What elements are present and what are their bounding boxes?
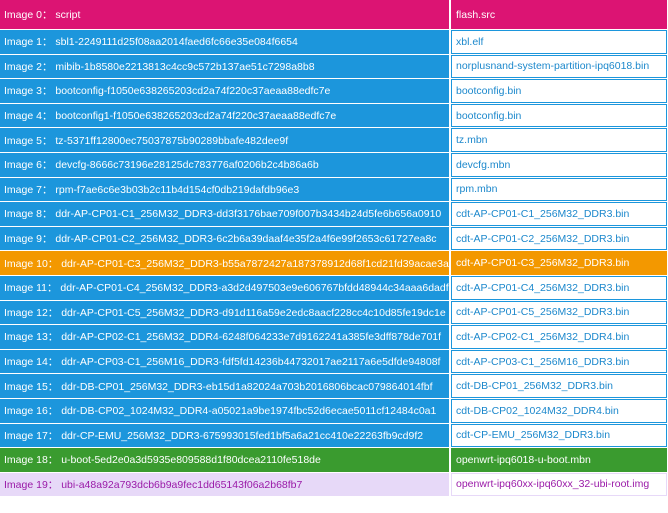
table-row: Image 17： ddr-CP-EMU_256M32_DDR3-6759930…	[0, 423, 668, 448]
table-row: Image 1： sbl1-2249111d25f08aa2014faed6fc…	[0, 30, 668, 54]
flash-cell: bootconfig.bin	[451, 79, 667, 103]
table-row: Image 5： tz-5371ff12800ec75037875b90289b…	[0, 128, 668, 152]
flash-cell: openwrt-ipq60xx-ipq60xx_32-ubi-root.img	[451, 472, 667, 497]
flash-cell: cdt-AP-CP01-C4_256M32_DDR3.bin	[451, 275, 667, 300]
table-row: Image 2： mibib-1b8580e2213813c4cc9c572b1…	[0, 54, 668, 79]
table-row: Image 10： ddr-AP-CP01-C3_256M32_DDR3-b55…	[0, 251, 668, 275]
script-cell: Image 5： tz-5371ff12800ec75037875b90289b…	[0, 128, 449, 152]
flash-cell: cdt-AP-CP01-C1_256M32_DDR3.bin	[451, 202, 667, 226]
table-row: Image 14： ddr-AP-CP03-C1_256M16_DDR3-fdf…	[0, 349, 668, 374]
script-cell: Image 19： ubi-a48a92a793dcb6b9a9fec1dd65…	[0, 472, 449, 497]
script-cell: Image 2： mibib-1b8580e2213813c4cc9c572b1…	[0, 54, 449, 79]
flash-cell: tz.mbn	[451, 128, 667, 152]
script-cell: Image 18： u-boot-5ed2e0a3d5935e809588d1f…	[0, 448, 449, 472]
script-cell: Image 16： ddr-DB-CP02_1024M32_DDR4-a0502…	[0, 398, 449, 423]
script-cell: Image 12： ddr-AP-CP01-C5_256M32_DDR3-d91…	[0, 300, 449, 325]
flash-cell: cdt-DB-CP01_256M32_DDR3.bin	[451, 374, 667, 398]
table-row: Image 11： ddr-AP-CP01-C4_256M32_DDR3-a3d…	[0, 275, 668, 300]
flash-cell: devcfg.mbn	[451, 152, 667, 177]
flash-cell: cdt-AP-CP02-C1_256M32_DDR4.bin	[451, 325, 667, 349]
flash-cell: rpm.mbn	[451, 177, 667, 202]
script-cell: Image 10： ddr-AP-CP01-C3_256M32_DDR3-b55…	[0, 251, 449, 275]
table-row: Image 16： ddr-DB-CP02_1024M32_DDR4-a0502…	[0, 398, 668, 423]
table-row: Image 15： ddr-DB-CP01_256M32_DDR3-eb15d1…	[0, 374, 668, 398]
table-row: Image 8： ddr-AP-CP01-C1_256M32_DDR3-dd3f…	[0, 202, 668, 226]
script-cell: Image 14： ddr-AP-CP03-C1_256M16_DDR3-fdf…	[0, 349, 449, 374]
table-row: Image 12： ddr-AP-CP01-C5_256M32_DDR3-d91…	[0, 300, 668, 325]
table-row: Image 13： ddr-AP-CP02-C1_256M32_DDR4-624…	[0, 325, 668, 349]
flash-cell: cdt-AP-CP03-C1_256M16_DDR3.bin	[451, 349, 667, 374]
script-cell: Image 3： bootconfig-f1050e638265203cd2a7…	[0, 79, 449, 103]
header-flash: flash.src	[451, 0, 667, 29]
flash-cell: bootconfig.bin	[451, 103, 667, 128]
script-cell: Image 8： ddr-AP-CP01-C1_256M32_DDR3-dd3f…	[0, 202, 449, 226]
table-row: Image 6： devcfg-8666c73196e28125dc783776…	[0, 152, 668, 177]
script-cell: Image 11： ddr-AP-CP01-C4_256M32_DDR3-a3d…	[0, 275, 449, 300]
table-row: Image 7： rpm-f7ae6c6e3b03b2c11b4d154cf0d…	[0, 177, 668, 202]
table-header: Image 0： script flash.src	[0, 0, 668, 29]
table-row: Image 19： ubi-a48a92a793dcb6b9a9fec1dd65…	[0, 472, 668, 497]
flash-cell: openwrt-ipq6018-u-boot.mbn	[451, 448, 667, 472]
header-script: Image 0： script	[0, 0, 449, 29]
flash-cell: cdt-CP-EMU_256M32_DDR3.bin	[451, 423, 667, 448]
flash-cell: cdt-AP-CP01-C5_256M32_DDR3.bin	[451, 300, 667, 325]
table-row: Image 18： u-boot-5ed2e0a3d5935e809588d1f…	[0, 448, 668, 472]
flash-cell: norplusnand-system-partition-ipq6018.bin	[451, 54, 667, 79]
script-cell: Image 4： bootconfig1-f1050e638265203cd2a…	[0, 103, 449, 128]
flash-cell: cdt-AP-CP01-C2_256M32_DDR3.bin	[451, 226, 667, 251]
script-cell: Image 7： rpm-f7ae6c6e3b03b2c11b4d154cf0d…	[0, 177, 449, 202]
table-row: Image 3： bootconfig-f1050e638265203cd2a7…	[0, 79, 668, 103]
script-cell: Image 13： ddr-AP-CP02-C1_256M32_DDR4-624…	[0, 325, 449, 349]
table-row: Image 4： bootconfig1-f1050e638265203cd2a…	[0, 103, 668, 128]
script-cell: Image 17： ddr-CP-EMU_256M32_DDR3-6759930…	[0, 423, 449, 448]
flash-cell: cdt-DB-CP02_1024M32_DDR4.bin	[451, 398, 667, 423]
table-body: Image 1： sbl1-2249111d25f08aa2014faed6fc…	[0, 30, 668, 497]
script-cell: Image 6： devcfg-8666c73196e28125dc783776…	[0, 152, 449, 177]
script-cell: Image 1： sbl1-2249111d25f08aa2014faed6fc…	[0, 30, 449, 54]
script-cell: Image 9： ddr-AP-CP01-C2_256M32_DDR3-6c2b…	[0, 226, 449, 251]
script-cell: Image 15： ddr-DB-CP01_256M32_DDR3-eb15d1…	[0, 374, 449, 398]
flash-cell: cdt-AP-CP01-C3_256M32_DDR3.bin	[451, 251, 667, 275]
flash-cell: xbl.elf	[451, 30, 667, 54]
table-row: Image 9： ddr-AP-CP01-C2_256M32_DDR3-6c2b…	[0, 226, 668, 251]
image-table: Image 0： script flash.src Image 1： sbl1-…	[0, 0, 668, 497]
